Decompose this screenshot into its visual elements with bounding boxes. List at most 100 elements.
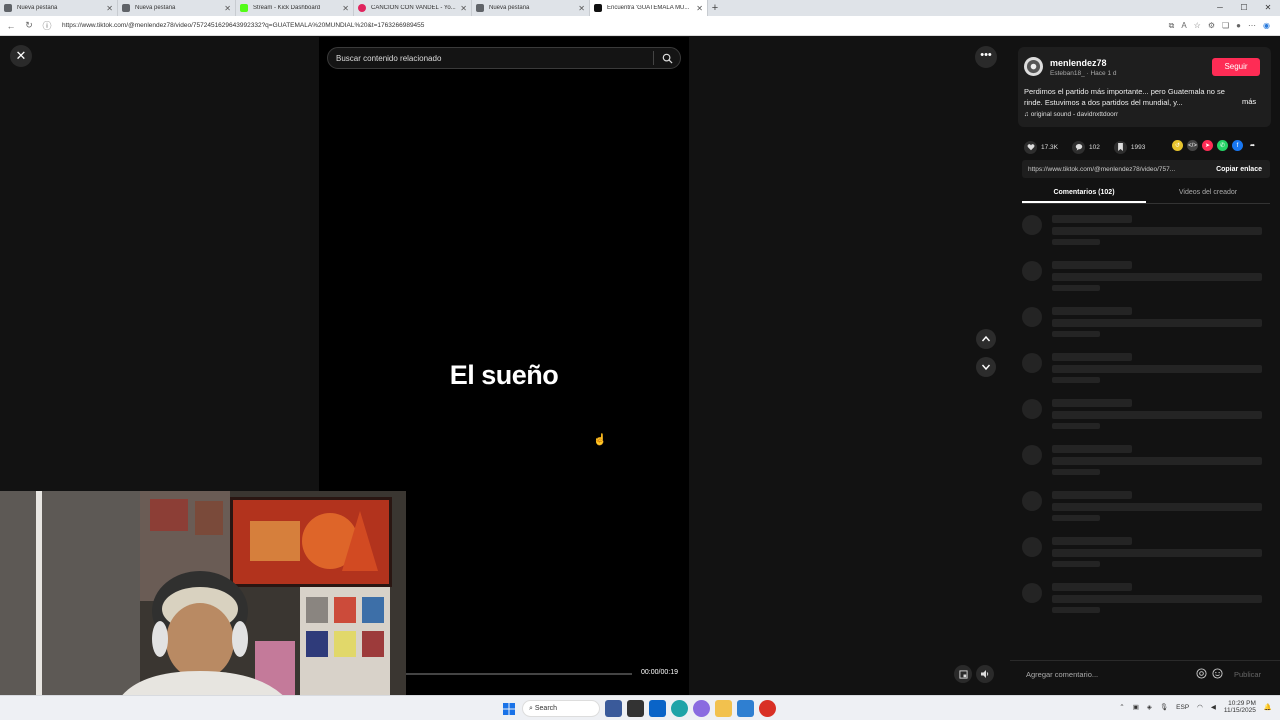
copilot-app-icon[interactable] <box>693 700 710 717</box>
taskbar-search-label: Search <box>534 705 558 712</box>
author-subtitle: Esteban18_ · Hace 1 d <box>1050 70 1117 77</box>
browser-tab[interactable]: Nueva pestaña ✕ <box>0 0 118 16</box>
maximize-icon[interactable]: ☐ <box>1232 0 1256 16</box>
send-friend-icon[interactable]: ➤ <box>1202 140 1213 151</box>
close-tab-icon[interactable]: ✕ <box>696 4 703 13</box>
bookmark-icon <box>1113 140 1127 154</box>
close-tab-icon[interactable]: ✕ <box>224 4 231 13</box>
video-controls <box>954 665 994 683</box>
sound-link[interactable]: ♫ original sound - davidnxttdoorr <box>1024 111 1118 118</box>
comment-stat[interactable]: 102 <box>1072 140 1100 154</box>
browser-tab[interactable]: Nueva pestaña ✕ <box>118 0 236 16</box>
favorite-star-icon[interactable]: ☆ <box>1194 21 1201 31</box>
clock-time: 10:29 PM <box>1228 700 1256 707</box>
tiktok-page: ✕ El sueño Buscar contenido relacionado … <box>0 37 1280 720</box>
tray-app-icon[interactable]: ▣ <box>1133 703 1139 711</box>
author-avatar-icon <box>1026 59 1041 74</box>
extensions-icon[interactable]: ⚙ <box>1208 21 1215 31</box>
taskbar: ⌕ Search ⌃ ▣ ◈ 🎙 ESP ◠ ◀ 10:29 PM 11/15/2… <box>0 695 1280 720</box>
post-info-card: menlendez78 Esteban18_ · Hace 1 d Seguir… <box>1018 47 1271 127</box>
profile-icon[interactable]: ● <box>1236 21 1241 31</box>
edge-icon[interactable] <box>671 700 688 717</box>
minimize-icon[interactable]: ─ <box>1208 0 1232 16</box>
notification-bell-icon[interactable]: 🔔 <box>1264 703 1272 711</box>
copy-link-button[interactable]: Copiar enlace <box>1208 166 1270 173</box>
close-tab-icon[interactable]: ✕ <box>578 4 585 13</box>
tab-favicon-icon <box>122 4 130 12</box>
save-stat[interactable]: 1993 <box>1113 140 1145 154</box>
mention-icon[interactable] <box>1196 668 1207 679</box>
language-indicator[interactable]: ESP <box>1176 704 1189 711</box>
tab-favicon-icon <box>4 4 12 12</box>
read-aloud-icon[interactable]: A <box>1181 21 1186 31</box>
avatar[interactable] <box>1024 57 1043 76</box>
youtube-favicon-icon <box>358 4 366 12</box>
taskbar-apps: ⌕ Search <box>500 700 776 717</box>
webcam-feed-image <box>0 491 406 720</box>
share-arrow-icon[interactable]: ➦ <box>1247 140 1258 151</box>
task-view-icon[interactable] <box>627 700 644 717</box>
pip-button[interactable] <box>954 665 972 683</box>
new-tab-button[interactable]: + <box>708 2 722 14</box>
speaker-icon[interactable]: ◀ <box>1211 703 1216 711</box>
back-icon[interactable]: ← <box>4 21 18 31</box>
widgets-icon[interactable] <box>605 700 622 717</box>
facebook-icon[interactable]: f <box>1232 140 1243 151</box>
tray-app-icon[interactable]: ◈ <box>1147 703 1152 711</box>
wifi-icon[interactable]: ◠ <box>1197 703 1203 711</box>
browser-tab[interactable]: Stream - Kick Dashboard ✕ <box>236 0 354 16</box>
comments-panel: menlendez78 Esteban18_ · Hace 1 d Seguir… <box>1010 37 1280 695</box>
follow-button[interactable]: Seguir <box>1212 58 1260 76</box>
close-tab-icon[interactable]: ✕ <box>106 4 113 13</box>
author-name[interactable]: menlendez78 <box>1050 58 1107 68</box>
store-icon[interactable] <box>737 700 754 717</box>
repost-icon[interactable]: ↺ <box>1172 140 1183 151</box>
clock[interactable]: 10:29 PM 11/15/2025 <box>1224 700 1256 714</box>
like-stat[interactable]: 17.3K <box>1024 140 1058 154</box>
site-info-icon[interactable]: ⓘ <box>40 19 54 32</box>
reload-icon[interactable]: ↻ <box>22 20 36 31</box>
url-field[interactable]: https://www.tiktok.com/@menlendez78/vide… <box>62 22 1169 29</box>
outlook-icon[interactable] <box>649 700 666 717</box>
close-video-button[interactable]: ✕ <box>10 45 32 67</box>
more-text-link[interactable]: más <box>1242 97 1256 106</box>
browser-tab[interactable]: CANCIÓN CON VANDEL - Yo... ✕ <box>354 0 472 16</box>
embed-icon[interactable]: </> <box>1187 140 1198 151</box>
browser-tab[interactable]: Nueva pestaña ✕ <box>472 0 590 16</box>
tab-comments[interactable]: Comentarios (102) <box>1022 184 1146 203</box>
music-note-icon: ♫ <box>1024 111 1031 118</box>
whatsapp-icon[interactable]: ✆ <box>1217 140 1228 151</box>
search-input[interactable]: Buscar contenido relacionado <box>328 54 653 63</box>
collections-icon[interactable]: ❏ <box>1222 21 1229 31</box>
publish-button[interactable]: Publicar <box>1234 670 1261 679</box>
comment-skeleton <box>1022 307 1262 347</box>
previous-video-button[interactable] <box>976 329 996 349</box>
copilot-icon[interactable]: ◉ <box>1263 21 1270 31</box>
search-icon[interactable] <box>654 47 680 69</box>
taskbar-search[interactable]: ⌕ Search <box>522 700 600 717</box>
related-search-bar[interactable]: Buscar contenido relacionado <box>327 47 681 69</box>
windows-start-icon[interactable] <box>500 700 517 717</box>
tab-creator-videos[interactable]: Videos del creador <box>1146 184 1270 203</box>
screen: Nueva pestaña ✕ Nueva pestaña ✕ Stream - K… <box>0 0 1280 720</box>
file-explorer-icon[interactable] <box>715 700 732 717</box>
close-tab-icon[interactable]: ✕ <box>342 4 349 13</box>
tray-chevron-icon[interactable]: ⌃ <box>1119 703 1124 711</box>
next-video-button[interactable] <box>976 357 996 377</box>
browser-tab-active[interactable]: Encuentra 'GUATEMALA MU... ✕ <box>590 0 708 16</box>
video-progress-bar[interactable] <box>406 673 632 675</box>
emoji-icon[interactable] <box>1212 668 1223 679</box>
comment-skeleton <box>1022 537 1262 577</box>
more-options-button[interactable]: ••• <box>975 46 997 68</box>
menu-dots-icon[interactable]: ⋯ <box>1248 21 1256 31</box>
volume-button[interactable] <box>976 665 994 683</box>
kick-favicon-icon <box>240 4 248 12</box>
comment-input[interactable]: Agregar comentario... <box>1026 670 1098 679</box>
close-tab-icon[interactable]: ✕ <box>460 4 467 13</box>
microphone-icon[interactable]: 🎙 <box>1160 703 1168 711</box>
webcam-overlay <box>0 491 406 720</box>
close-window-icon[interactable]: ✕ <box>1256 0 1280 16</box>
open-app-icon[interactable]: ⧉ <box>1169 21 1175 31</box>
comment-skeleton <box>1022 261 1262 301</box>
chrome-icon[interactable] <box>759 700 776 717</box>
